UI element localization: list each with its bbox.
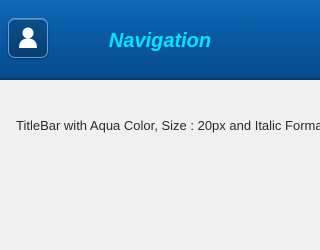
app-screen: Navigation TitleBar with Aqua Color, Siz… bbox=[0, 0, 320, 250]
title-bar-title: Navigation bbox=[108, 30, 212, 52]
content-area: TitleBar with Aqua Color, Size : 20px an… bbox=[0, 80, 320, 250]
title-bar: Navigation bbox=[0, 0, 320, 80]
content-description: TitleBar with Aqua Color, Size : 20px an… bbox=[16, 118, 320, 133]
